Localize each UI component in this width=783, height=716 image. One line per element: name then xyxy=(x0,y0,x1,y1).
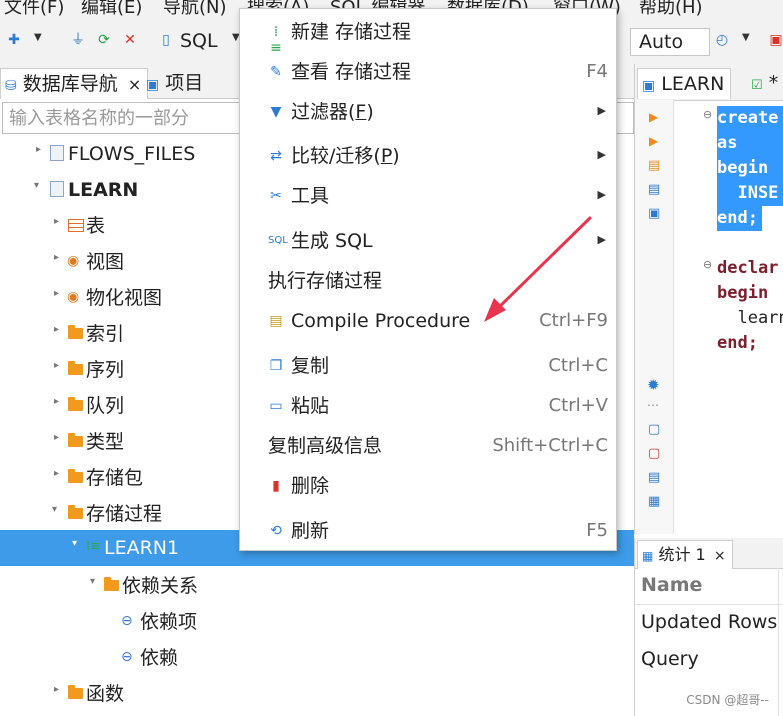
annotation-arrow xyxy=(484,216,592,322)
watermark: CSDN @超哥-- xyxy=(686,693,769,707)
arrow-shaft xyxy=(492,216,592,314)
